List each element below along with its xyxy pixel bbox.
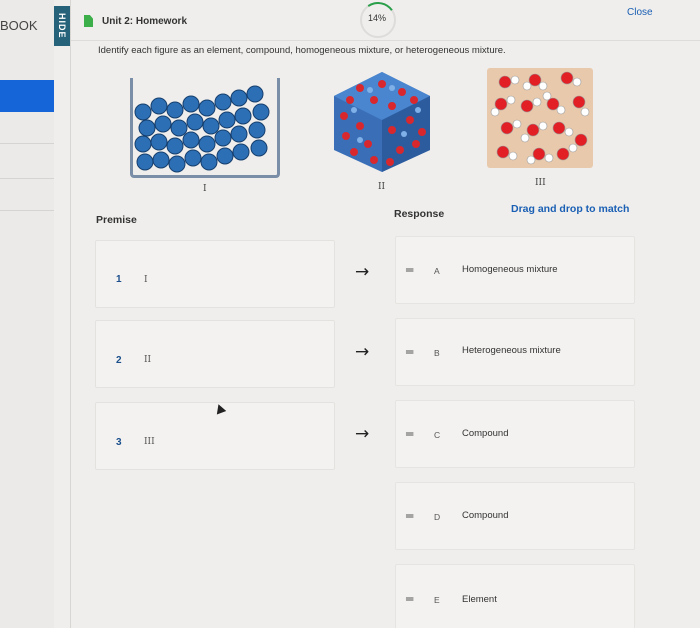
match-arrow-icon: →: [355, 424, 370, 444]
response-letter: E: [434, 595, 440, 605]
premise-text: II: [144, 355, 152, 365]
box-molecules: [490, 71, 590, 165]
beaker-particles: [134, 85, 270, 173]
header-divider: [71, 40, 700, 41]
document-icon: [84, 15, 93, 27]
match-arrow-icon: →: [355, 342, 370, 362]
response-letter: A: [434, 266, 440, 276]
premise-heading: Premise: [96, 214, 137, 226]
figure-label-2: II: [378, 182, 386, 192]
drag-handle-icon[interactable]: ═: [406, 427, 413, 441]
response-label: Compound: [462, 428, 509, 439]
response-label: Compound: [462, 510, 509, 521]
response-b[interactable]: ═ B Heterogeneous mixture: [395, 318, 635, 386]
cube-red-blue-particles-image: [330, 70, 434, 174]
beaker-blue-particles-image: [130, 78, 280, 178]
response-e[interactable]: ═ E Element: [395, 564, 635, 628]
match-arrow-icon: →: [355, 262, 370, 282]
response-label: Element: [462, 594, 497, 605]
response-label: Homogeneous mixture: [462, 264, 558, 275]
box-red-white-molecules-image: [487, 68, 593, 168]
premise-text: III: [144, 437, 155, 447]
response-heading: Response: [394, 208, 445, 220]
drag-handle-icon[interactable]: ═: [406, 345, 413, 359]
hide-sidebar-button[interactable]: HIDE: [54, 6, 70, 46]
premise-number: 1: [116, 274, 122, 285]
question-text: Identify each figure as an element, comp…: [98, 45, 506, 56]
figure-label-3: III: [535, 178, 546, 188]
drag-handle-icon[interactable]: ═: [406, 509, 413, 523]
premise-number: 3: [116, 437, 122, 448]
response-letter: C: [434, 430, 441, 440]
sidebar-divider: [0, 210, 54, 211]
sidebar-active-item[interactable]: [0, 80, 54, 112]
drag-handle-icon[interactable]: ═: [406, 592, 413, 606]
book-label[interactable]: BOOK: [0, 18, 38, 33]
sidebar: BOOK: [0, 0, 54, 628]
premise-text: I: [144, 275, 148, 285]
sidebar-divider: [0, 143, 54, 144]
response-letter: D: [434, 512, 441, 522]
figure-label-1: I: [203, 184, 207, 194]
sidebar-divider: [0, 178, 54, 179]
premise-3[interactable]: 3 III: [95, 402, 335, 470]
response-c[interactable]: ═ C Compound: [395, 400, 635, 468]
response-a[interactable]: ═ A Homogeneous mixture: [395, 236, 635, 304]
response-letter: B: [434, 348, 440, 358]
premise-2[interactable]: 2 II: [95, 320, 335, 388]
drag-drop-instruction: Drag and drop to match: [511, 203, 630, 215]
premise-1[interactable]: 1 I: [95, 240, 335, 308]
sidebar-divider-vertical: [70, 0, 71, 628]
response-label: Heterogeneous mixture: [462, 345, 561, 356]
response-d[interactable]: ═ D Compound: [395, 482, 635, 550]
premise-number: 2: [116, 355, 122, 366]
page-title: Unit 2: Homework: [102, 16, 188, 27]
progress-percent: 14%: [368, 13, 387, 23]
cube-particles: [334, 72, 430, 172]
close-button[interactable]: Close: [627, 7, 653, 18]
drag-handle-icon[interactable]: ═: [406, 263, 413, 277]
